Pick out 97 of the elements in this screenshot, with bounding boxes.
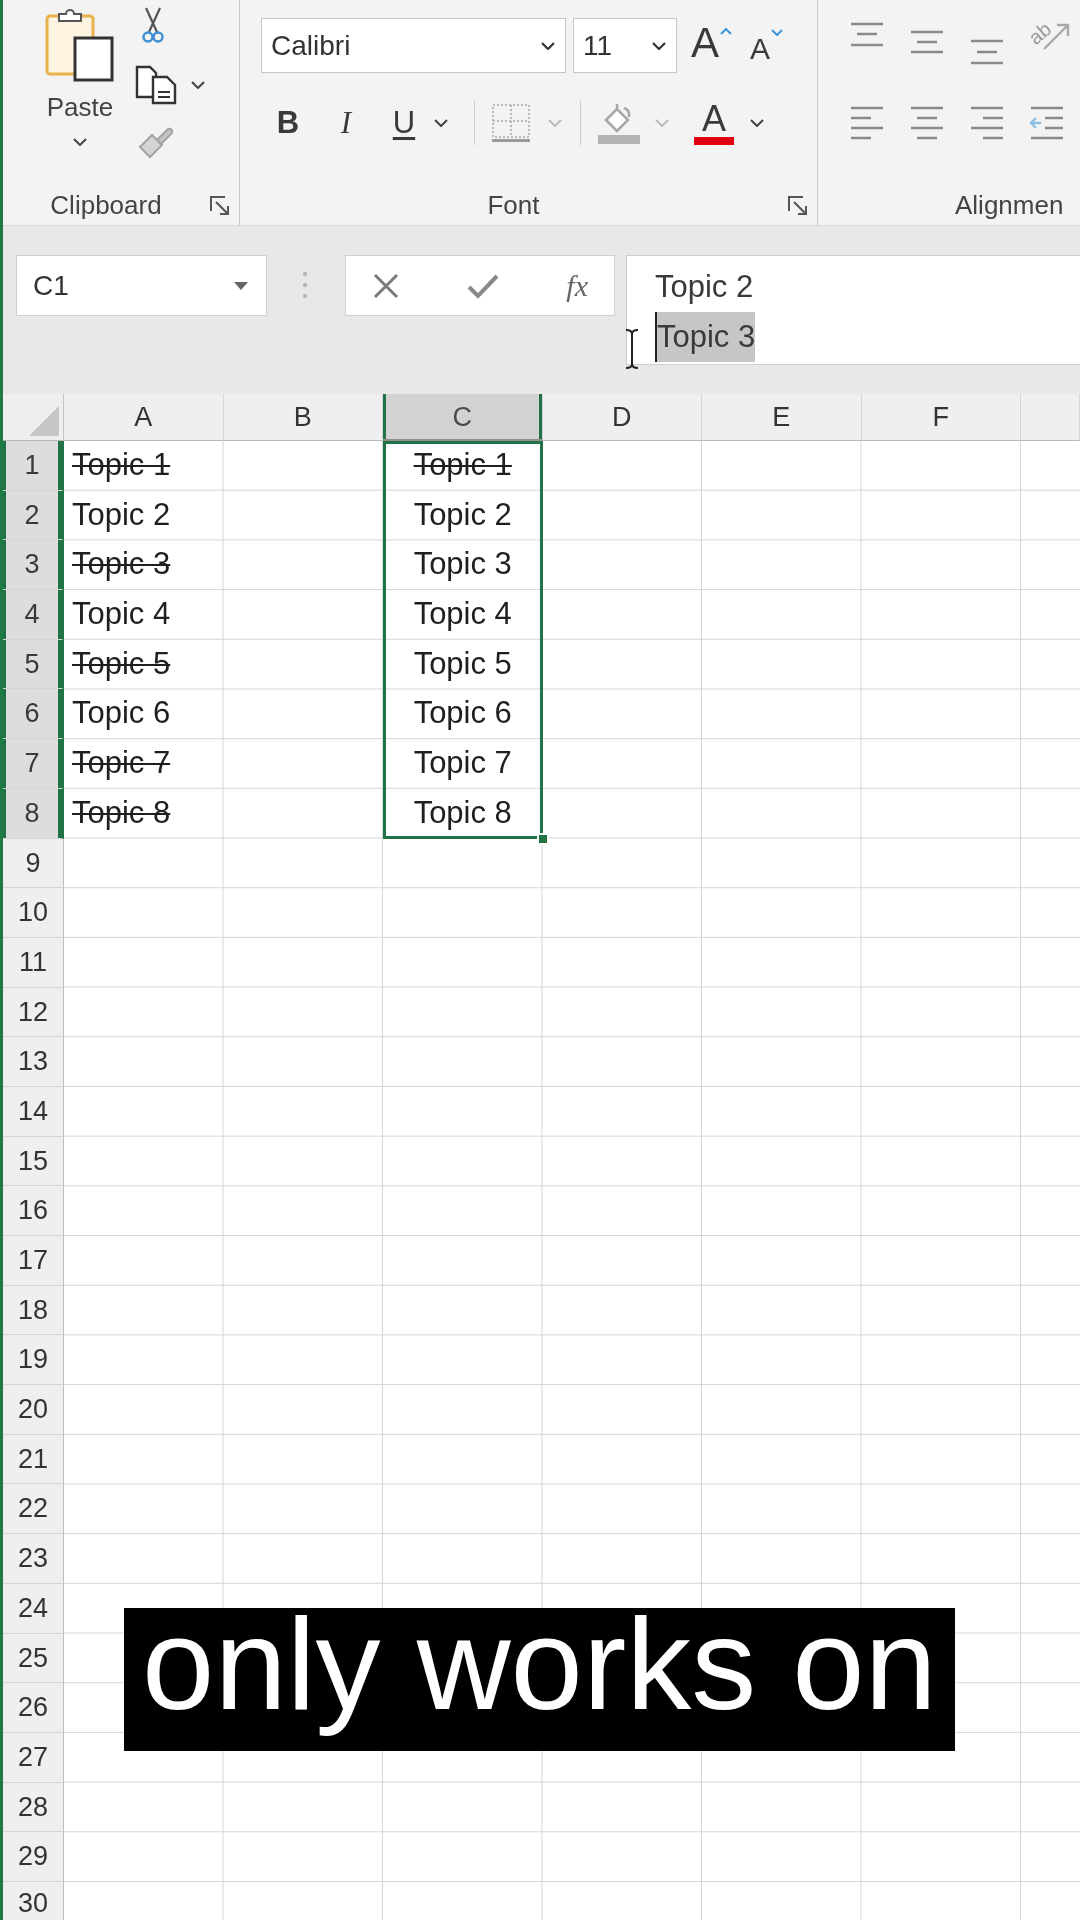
borders-icon[interactable]: [491, 103, 531, 143]
align-left-icon[interactable]: [849, 105, 885, 141]
column-header[interactable]: A: [64, 394, 224, 441]
grow-font-button[interactable]: A: [691, 18, 732, 73]
align-right-icon[interactable]: [969, 105, 1005, 141]
row-header[interactable]: 27: [3, 1732, 64, 1783]
row-header[interactable]: 7: [3, 739, 64, 789]
spreadsheet-cell[interactable]: Topic 4: [64, 590, 224, 640]
font-size-dropdown[interactable]: 11: [573, 18, 677, 73]
row-header[interactable]: 26: [3, 1683, 64, 1733]
row-header[interactable]: 28: [3, 1782, 64, 1833]
formula-text: Topic 2: [655, 268, 754, 306]
column-header[interactable]: D: [542, 394, 702, 441]
spreadsheet-cell[interactable]: Topic 2: [383, 490, 543, 541]
font-style-button[interactable]: U: [386, 100, 422, 146]
row-header[interactable]: 29: [3, 1832, 64, 1882]
row-header[interactable]: 22: [3, 1484, 64, 1535]
caret-icon[interactable]: [434, 119, 448, 127]
row-header[interactable]: 13: [3, 1037, 64, 1087]
caret-icon[interactable]: [652, 41, 666, 50]
row-header[interactable]: 1: [3, 441, 64, 491]
align-center-icon[interactable]: [909, 105, 945, 141]
caret-icon[interactable]: [191, 81, 205, 89]
spreadsheet-cell[interactable]: Topic 2: [64, 490, 224, 541]
decrease-indent-icon[interactable]: [1029, 105, 1065, 141]
caption: only works on: [124, 1608, 955, 1751]
row-header[interactable]: 6: [3, 689, 64, 740]
corner-triangle-icon: [29, 406, 59, 436]
close-icon[interactable]: [372, 271, 400, 300]
formula-text: Topic 3: [655, 312, 756, 362]
row-header[interactable]: 24: [3, 1583, 64, 1634]
spreadsheet-cell[interactable]: Topic 6: [383, 689, 543, 740]
row-header[interactable]: 11: [3, 937, 64, 988]
name-box[interactable]: C1: [16, 255, 267, 316]
font-name-dropdown[interactable]: Calibri: [261, 18, 566, 73]
dialog-launcher-icon[interactable]: [209, 194, 231, 217]
row-header[interactable]: 8: [3, 788, 64, 839]
dialog-launcher-icon[interactable]: [787, 194, 809, 217]
caret-icon[interactable]: [541, 41, 555, 50]
clipboard-icon: [45, 6, 115, 82]
spreadsheet-cell[interactable]: Topic 8: [383, 788, 543, 839]
spreadsheet-cell[interactable]: Topic 6: [64, 689, 224, 740]
text-cursor-icon: [624, 328, 640, 370]
spreadsheet-cell[interactable]: Topic 4: [383, 590, 543, 640]
row-header[interactable]: 23: [3, 1534, 64, 1584]
spreadsheet-cell[interactable]: Topic 8: [64, 788, 224, 839]
font-color-button[interactable]: A: [694, 101, 734, 145]
spreadsheet-cell[interactable]: Topic 5: [383, 639, 543, 690]
row-header[interactable]: 30: [3, 1881, 64, 1920]
shrink-font-button[interactable]: A: [750, 18, 784, 73]
row-header[interactable]: 4: [3, 590, 64, 640]
column-header[interactable]: F: [861, 394, 1021, 441]
column-header[interactable]: [1021, 394, 1080, 441]
insert-function-button[interactable]: fx: [566, 268, 588, 303]
paste-button[interactable]: Paste: [40, 0, 120, 186]
column-header[interactable]: E: [702, 394, 862, 441]
row-header[interactable]: 21: [3, 1434, 64, 1485]
font-style-button[interactable]: I: [328, 100, 364, 146]
row-header[interactable]: 16: [3, 1186, 64, 1236]
scissors-icon[interactable]: [141, 6, 165, 44]
grip-icon[interactable]: [302, 270, 308, 300]
spreadsheet-cell[interactable]: Topic 1: [64, 441, 224, 491]
spreadsheet-cell[interactable]: Topic 7: [383, 739, 543, 789]
column-header[interactable]: C: [383, 394, 543, 441]
caret-down-icon: [771, 29, 784, 36]
row-header[interactable]: 25: [3, 1633, 64, 1684]
copy-icon[interactable]: [135, 65, 177, 105]
paint-bucket-icon[interactable]: [598, 102, 640, 144]
caret-icon[interactable]: [73, 138, 87, 146]
caret-icon[interactable]: [750, 119, 764, 127]
row-header[interactable]: 14: [3, 1086, 64, 1137]
row-header[interactable]: 15: [3, 1136, 64, 1187]
group-label: Font: [486, 190, 541, 221]
font-style-button[interactable]: B: [270, 100, 306, 146]
row-header[interactable]: 20: [3, 1385, 64, 1435]
row-header[interactable]: 18: [3, 1285, 64, 1336]
caret-icon[interactable]: [234, 281, 248, 290]
select-all-button[interactable]: [3, 394, 64, 441]
group-label: Alignmen: [955, 190, 1064, 221]
spreadsheet-cell[interactable]: Topic 3: [383, 540, 543, 591]
group-label: Clipboard: [49, 190, 163, 221]
row-header[interactable]: 9: [3, 838, 64, 889]
row-header[interactable]: 10: [3, 888, 64, 938]
column-header[interactable]: B: [223, 394, 383, 441]
row-header[interactable]: 17: [3, 1236, 64, 1286]
spreadsheet-cell[interactable]: Topic 7: [64, 739, 224, 789]
color-bar-icon: [694, 137, 734, 145]
spreadsheet-cell[interactable]: Topic 3: [64, 540, 224, 591]
formula-input[interactable]: Topic 2 Topic 3: [626, 255, 1080, 365]
row-header[interactable]: 3: [3, 540, 64, 591]
row-header[interactable]: 19: [3, 1335, 64, 1386]
caret-up-icon: [720, 28, 732, 35]
row-header[interactable]: 12: [3, 987, 64, 1038]
spreadsheet-cell[interactable]: Topic 1: [383, 441, 543, 491]
spreadsheet-cell[interactable]: Topic 5: [64, 639, 224, 690]
row-header[interactable]: 5: [3, 639, 64, 690]
row-header[interactable]: 2: [3, 490, 64, 541]
